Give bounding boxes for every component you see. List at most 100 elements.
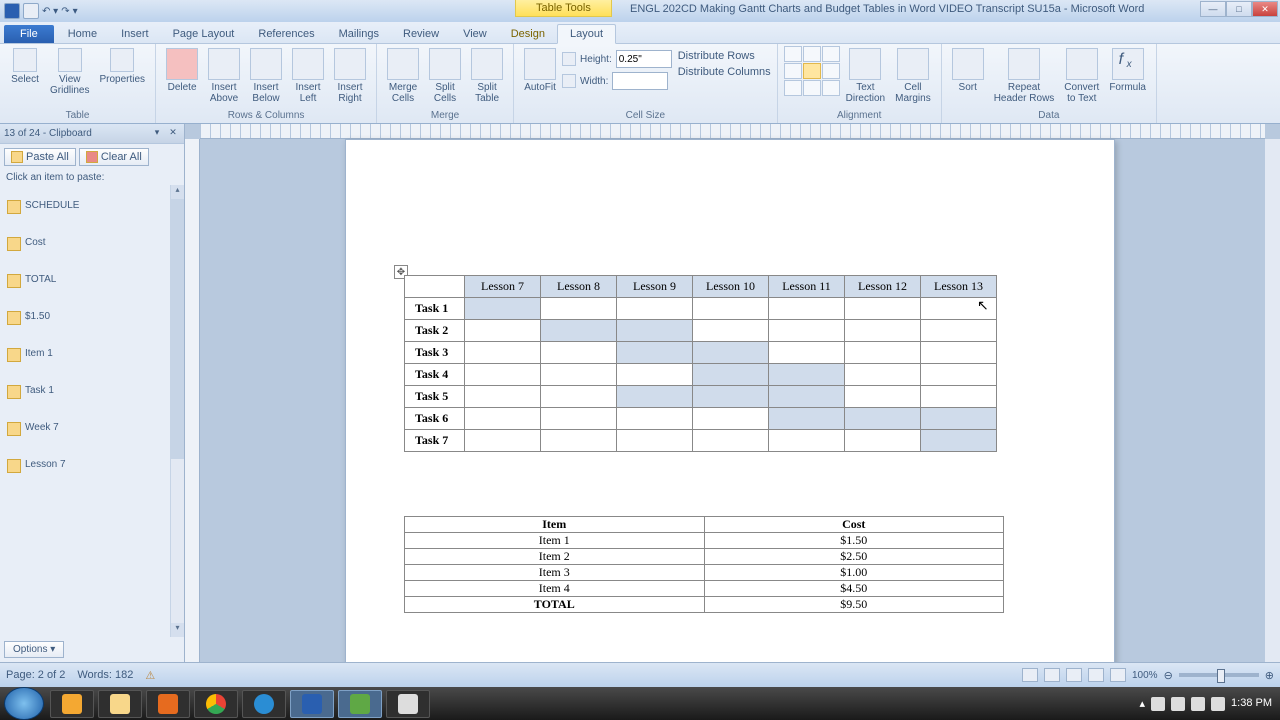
taskbar-chrome[interactable] — [194, 690, 238, 718]
word-count[interactable]: Words: 182 — [77, 669, 133, 682]
clock[interactable]: 1:38 PM — [1231, 697, 1272, 709]
dropdown-icon[interactable]: ▾ — [150, 127, 164, 141]
maximize-button[interactable]: □ — [1226, 1, 1252, 17]
taskbar-explorer[interactable] — [98, 690, 142, 718]
close-button[interactable]: ✕ — [1252, 1, 1278, 17]
clipboard-item[interactable]: SCHEDULE — [2, 187, 182, 224]
clipboard-item[interactable]: $1.50 — [2, 298, 182, 335]
zoom-level[interactable]: 100% — [1132, 670, 1158, 681]
paste-all-button[interactable]: Paste All — [4, 148, 76, 166]
distribute-columns-button[interactable]: Distribute Columns — [674, 66, 771, 78]
insert-above-button[interactable]: Insert Above — [204, 46, 244, 106]
split-table-button[interactable]: Split Table — [467, 46, 507, 106]
save-icon[interactable] — [23, 3, 39, 19]
group-label: Table — [6, 109, 149, 123]
formula-button[interactable]: fxFormula — [1105, 46, 1150, 95]
split-cells-button[interactable]: Split Cells — [425, 46, 465, 106]
tab-mailings[interactable]: Mailings — [327, 25, 391, 43]
minimize-button[interactable]: — — [1200, 1, 1226, 17]
redo-icon[interactable]: ↷ — [61, 6, 69, 17]
clipboard-list: SCHEDULECostTOTAL$1.50Item 1Task 1Week 7… — [0, 185, 184, 637]
taskbar-camtasia[interactable] — [338, 690, 382, 718]
budget-table[interactable]: ItemCostItem 1$1.50Item 2$2.50Item 3$1.0… — [404, 516, 1004, 613]
qat-dropdown-icon[interactable]: ▾ — [73, 6, 78, 17]
height-label: Height: — [580, 54, 612, 65]
delete-button[interactable]: Delete — [162, 46, 202, 95]
page-indicator[interactable]: Page: 2 of 2 — [6, 669, 65, 682]
merge-cells-button[interactable]: Merge Cells — [383, 46, 423, 106]
clear-all-button[interactable]: Clear All — [79, 148, 149, 166]
convert-button[interactable]: Convert to Text — [1060, 46, 1103, 106]
tab-insert[interactable]: Insert — [109, 25, 161, 43]
sort-button[interactable]: Sort — [948, 46, 988, 95]
ribbon: Select View Gridlines Properties Table D… — [0, 44, 1280, 124]
view-gridlines-button[interactable]: View Gridlines — [46, 46, 93, 98]
vertical-ruler[interactable] — [185, 139, 200, 662]
show-hidden-icon[interactable]: ▴ — [1140, 697, 1146, 710]
ribbon-tabs: File Home Insert Page Layout References … — [0, 22, 1280, 44]
tray-icon[interactable] — [1211, 697, 1225, 711]
paste-icon — [11, 151, 23, 163]
tray-icon[interactable] — [1151, 697, 1165, 711]
properties-button[interactable]: Properties — [95, 46, 149, 87]
vertical-scrollbar[interactable] — [1265, 139, 1280, 662]
close-icon[interactable]: ✕ — [166, 127, 180, 141]
height-input[interactable] — [616, 50, 672, 68]
taskbar-app[interactable] — [386, 690, 430, 718]
clipboard-item[interactable]: TOTAL — [2, 261, 182, 298]
start-button[interactable] — [4, 687, 44, 720]
horizontal-ruler[interactable] — [200, 124, 1265, 139]
zoom-out-button[interactable]: ⊖ — [1164, 669, 1173, 682]
width-input[interactable] — [612, 72, 668, 90]
repeat-header-button[interactable]: Repeat Header Rows — [990, 46, 1059, 106]
taskbar-ie[interactable] — [242, 690, 286, 718]
taskbar-media-player[interactable] — [50, 690, 94, 718]
taskbar: ▴ 1:38 PM — [0, 687, 1280, 720]
taskbar-firefox[interactable] — [146, 690, 190, 718]
tab-page-layout[interactable]: Page Layout — [161, 25, 247, 43]
distribute-rows-button[interactable]: Distribute Rows — [674, 50, 771, 62]
status-bar: Page: 2 of 2 Words: 182 ⚠ 100% ⊖ ⊕ — [0, 662, 1280, 687]
autofit-button[interactable]: AutoFit — [520, 46, 560, 95]
outline-view-button[interactable] — [1088, 668, 1104, 682]
web-layout-view-button[interactable] — [1066, 668, 1082, 682]
tab-references[interactable]: References — [246, 25, 326, 43]
full-screen-view-button[interactable] — [1044, 668, 1060, 682]
group-label: Merge — [383, 109, 507, 123]
select-button[interactable]: Select — [6, 46, 44, 87]
clipboard-item[interactable]: Lesson 7 — [2, 446, 182, 483]
height-icon — [562, 52, 576, 66]
document-page[interactable]: ✥ Lesson 7Lesson 8Lesson 9Lesson 10Lesso… — [345, 139, 1115, 662]
tab-file[interactable]: File — [4, 25, 54, 43]
clipboard-item[interactable]: Cost — [2, 224, 182, 261]
tray-icon[interactable] — [1171, 697, 1185, 711]
clipboard-item[interactable]: Item 1 — [2, 335, 182, 372]
text-direction-button[interactable]: Text Direction — [842, 46, 889, 106]
zoom-slider[interactable] — [1179, 673, 1259, 677]
insert-below-button[interactable]: Insert Below — [246, 46, 286, 106]
insert-right-button[interactable]: Insert Right — [330, 46, 370, 106]
proofing-icon[interactable]: ⚠ — [145, 669, 155, 682]
taskbar-word[interactable] — [290, 690, 334, 718]
document-area: ✥ Lesson 7Lesson 8Lesson 9Lesson 10Lesso… — [185, 124, 1280, 662]
quick-access-toolbar: ↶ ▾ ↷ ▾ — [4, 3, 78, 19]
cell-margins-button[interactable]: Cell Margins — [891, 46, 935, 106]
clipboard-item[interactable]: Week 7 — [2, 409, 182, 446]
tab-view[interactable]: View — [451, 25, 499, 43]
tab-review[interactable]: Review — [391, 25, 451, 43]
draft-view-button[interactable] — [1110, 668, 1126, 682]
clipboard-item[interactable]: Task 1 — [2, 372, 182, 409]
zoom-in-button[interactable]: ⊕ — [1265, 669, 1274, 682]
undo-icon[interactable]: ↶ ▾ — [42, 6, 58, 17]
tab-home[interactable]: Home — [56, 25, 109, 43]
alignment-grid[interactable] — [784, 46, 840, 96]
scrollbar[interactable]: ▴▾ — [170, 185, 184, 637]
tab-design[interactable]: Design — [499, 25, 557, 43]
gantt-table[interactable]: Lesson 7Lesson 8Lesson 9Lesson 10Lesson … — [404, 275, 997, 452]
tray-icon[interactable] — [1191, 697, 1205, 711]
insert-left-button[interactable]: Insert Left — [288, 46, 328, 106]
options-button[interactable]: Options ▾ — [4, 641, 64, 658]
print-layout-view-button[interactable] — [1022, 668, 1038, 682]
tab-layout[interactable]: Layout — [557, 24, 616, 44]
group-label: Rows & Columns — [162, 109, 370, 123]
